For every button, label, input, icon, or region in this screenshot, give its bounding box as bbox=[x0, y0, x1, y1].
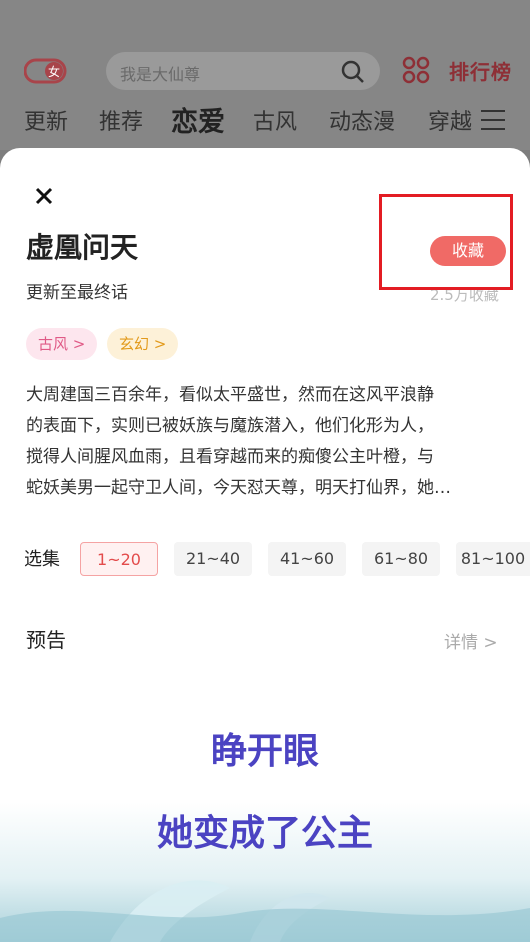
top-header: 女 我是大仙尊 排行榜 更新 推荐 恋爱 古风 动态漫 穿越 bbox=[0, 0, 530, 150]
highlight-box bbox=[379, 194, 513, 290]
update-status: 更新至最终话 bbox=[26, 283, 128, 303]
preview-video[interactable]: 睁开眼 她变成了公主 bbox=[0, 688, 530, 942]
comic-detail-sheet: 虚凰问天 更新至最终话 收藏 2.5万收藏 古风 > 玄幻 > 大周建国三百余年… bbox=[0, 148, 530, 942]
svg-text:女: 女 bbox=[48, 64, 60, 79]
tab-update[interactable]: 更新 bbox=[24, 104, 68, 136]
description-line: 搅得人间腥风血雨，且看穿越而来的痴傻公主叶橙，与 bbox=[26, 447, 434, 467]
tab-recommend[interactable]: 推荐 bbox=[99, 104, 143, 136]
tag-ancient[interactable]: 古风 > bbox=[26, 328, 98, 360]
tab-animated[interactable]: 动态漫 bbox=[329, 104, 395, 136]
rank-button[interactable]: 排行榜 bbox=[449, 56, 512, 85]
description: 大周建国三百余年，看似太平盛世，然而在这风平浪静 的表面下，实则已被妖族与魔族潜… bbox=[26, 380, 504, 504]
category-grid-icon[interactable] bbox=[402, 56, 430, 88]
preview-label: 预告 bbox=[26, 628, 66, 652]
search-icon[interactable] bbox=[340, 59, 366, 89]
description-line: 蛇妖美男一起守卫人间，今天怼天尊，明天打仙界，她… bbox=[26, 478, 451, 498]
search-input[interactable]: 我是大仙尊 bbox=[120, 61, 200, 85]
episode-range-21-40[interactable]: 21~40 bbox=[174, 542, 252, 576]
description-line: 大周建国三百余年，看似太平盛世，然而在这风平浪静 bbox=[26, 385, 434, 405]
episode-range-81-100[interactable]: 81~100 bbox=[456, 542, 530, 576]
details-link[interactable]: 详情 > bbox=[444, 628, 498, 653]
description-line: 的表面下，实则已被妖族与魔族潜入，他们化形为人， bbox=[26, 416, 434, 436]
video-caption-2: 她变成了公主 bbox=[156, 813, 373, 854]
menu-icon[interactable] bbox=[480, 108, 506, 136]
close-icon[interactable] bbox=[34, 186, 54, 206]
category-tabs: 更新 推荐 恋爱 古风 动态漫 穿越 bbox=[0, 100, 530, 140]
tab-romance[interactable]: 恋爱 bbox=[171, 100, 225, 139]
search-bar[interactable]: 我是大仙尊 bbox=[106, 52, 380, 90]
tab-ancient[interactable]: 古风 bbox=[253, 104, 297, 136]
comic-title: 虚凰问天 bbox=[26, 231, 139, 264]
episode-range-1-20[interactable]: 1~20 bbox=[80, 542, 158, 576]
episode-range-61-80[interactable]: 61~80 bbox=[362, 542, 440, 576]
episode-range-41-60[interactable]: 41~60 bbox=[268, 542, 346, 576]
app-logo[interactable]: 女 bbox=[23, 56, 68, 84]
tag-fantasy[interactable]: 玄幻 > bbox=[107, 328, 179, 360]
video-caption-1: 睁开眼 bbox=[210, 731, 319, 772]
episodes-label: 选集 bbox=[24, 549, 60, 570]
tab-timetravel[interactable]: 穿越 bbox=[428, 104, 472, 136]
